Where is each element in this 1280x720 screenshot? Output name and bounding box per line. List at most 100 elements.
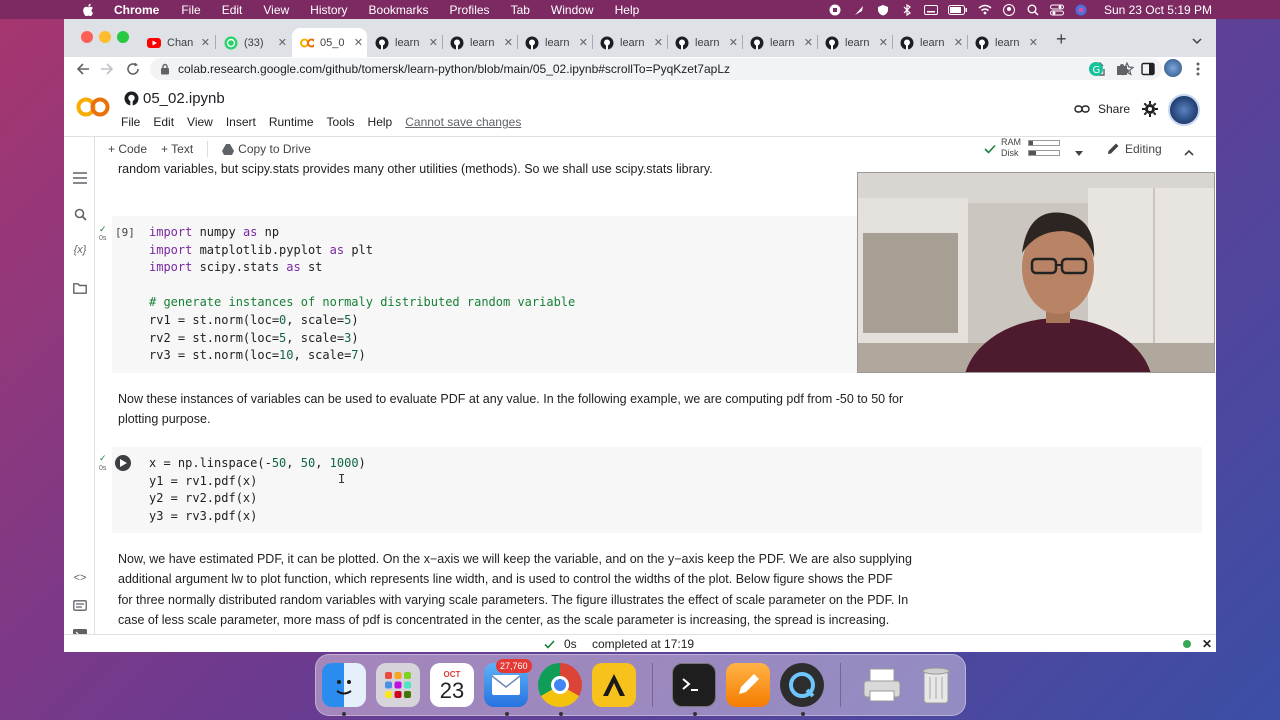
tab-close-icon[interactable]: ✕ (354, 36, 363, 49)
acrobat-icon[interactable] (592, 663, 636, 707)
search-icon[interactable] (72, 207, 88, 221)
resources-indicator[interactable]: RAM Disk (984, 137, 1084, 159)
tab-whatsapp[interactable]: (33) ✕ (216, 28, 291, 57)
tab-close-icon[interactable]: ✕ (1029, 36, 1038, 49)
tab-github-7[interactable]: learn ✕ (817, 28, 892, 57)
omnibox[interactable]: colab.research.google.com/github/tomersk… (150, 58, 1162, 80)
code-block-linspace[interactable]: x = np.linspace(-50, 50, 1000) y1 = rv1.… (149, 455, 366, 525)
tab-github-2[interactable]: learn ✕ (442, 28, 517, 57)
text-cell-pdf-line1[interactable]: Now these instances of variables can be … (118, 389, 903, 410)
tab-youtube[interactable]: Chan ✕ (139, 28, 214, 57)
user-icon[interactable] (1002, 3, 1016, 16)
editing-mode-button[interactable]: Editing (1125, 142, 1162, 156)
menu-history[interactable]: History (310, 3, 347, 17)
menu-help[interactable]: Help (615, 3, 640, 17)
files-folder-icon[interactable] (72, 281, 88, 295)
tab-close-icon[interactable]: ✕ (729, 36, 738, 49)
tab-github-8[interactable]: learn ✕ (892, 28, 967, 57)
menu-edit[interactable]: Edit (222, 3, 243, 17)
run-cell-button[interactable] (115, 455, 131, 471)
nb-menu-tools[interactable]: Tools (327, 115, 355, 129)
text-cell-pdf-line2[interactable]: plotting purpose. (118, 409, 210, 430)
add-code-button[interactable]: + Code (108, 142, 147, 156)
tab-github-5[interactable]: learn ✕ (667, 28, 742, 57)
tab-search-chevron-icon[interactable] (1192, 33, 1202, 48)
tab-github-1[interactable]: learn ✕ (367, 28, 442, 57)
shield-icon[interactable] (876, 4, 890, 16)
text-cell-scipy[interactable]: random variables, but scipy.stats provid… (118, 161, 713, 180)
code-snippets-icon[interactable]: <> (72, 571, 88, 585)
text-cell-plot-line3[interactable]: for three normally distributed random va… (118, 590, 908, 611)
code-cell-linspace[interactable]: ✓ 0s x = np.linspace(-50, 50, 1000) y1 =… (99, 447, 1202, 533)
siri-icon[interactable] (1074, 4, 1088, 16)
menu-file[interactable]: File (181, 3, 200, 17)
url-text[interactable]: colab.research.google.com/github/tomersk… (178, 62, 730, 76)
tab-close-icon[interactable]: ✕ (654, 36, 663, 49)
back-arrow-icon[interactable] (76, 62, 90, 79)
search-icon[interactable] (1026, 4, 1040, 16)
command-palette-icon[interactable] (72, 598, 88, 612)
menu-tab[interactable]: Tab (511, 3, 530, 17)
cannot-save-warning[interactable]: Cannot save changes (405, 115, 521, 129)
tab-github-3[interactable]: learn ✕ (517, 28, 592, 57)
grammarly-icon[interactable]: G (1089, 62, 1103, 79)
tab-colab-active[interactable]: 05_0 ✕ (292, 28, 367, 57)
tab-close-icon[interactable]: ✕ (879, 36, 888, 49)
tab-close-icon[interactable]: ✕ (504, 36, 513, 49)
finder-icon[interactable] (322, 663, 366, 707)
nb-menu-edit[interactable]: Edit (153, 115, 174, 129)
code-block-imports[interactable]: import numpy as np import matplotlib.pyp… (149, 224, 575, 365)
control-center-icon[interactable] (1049, 4, 1064, 16)
colab-logo-icon[interactable] (76, 95, 110, 119)
forward-arrow-icon[interactable] (100, 62, 114, 79)
nb-menu-insert[interactable]: Insert (226, 115, 256, 129)
tab-github-4[interactable]: learn ✕ (592, 28, 667, 57)
share-button[interactable]: Share (1074, 102, 1130, 116)
copy-to-drive-button[interactable]: Copy to Drive (238, 142, 311, 156)
add-text-button[interactable]: + Text (161, 142, 193, 156)
record-icon[interactable] (828, 4, 842, 16)
minimize-window-button[interactable] (99, 31, 111, 43)
variables-icon[interactable]: {x} (72, 243, 88, 257)
resources-chevron-icon[interactable] (1075, 145, 1083, 159)
reload-icon[interactable] (126, 62, 140, 79)
menu-view[interactable]: View (263, 3, 289, 17)
terminal-app-icon[interactable] (672, 663, 716, 707)
calendar-icon[interactable]: OCT 23 (430, 663, 474, 707)
menu-profiles[interactable]: Profiles (450, 3, 490, 17)
tab-close-icon[interactable]: ✕ (954, 36, 963, 49)
lock-icon[interactable] (160, 63, 170, 75)
trash-icon[interactable] (914, 663, 958, 707)
printer-icon[interactable] (860, 663, 904, 707)
text-cell-plot-line1[interactable]: Now, we have estimated PDF, it can be pl… (118, 549, 912, 570)
tab-github-6[interactable]: learn ✕ (742, 28, 817, 57)
tab-close-icon[interactable]: ✕ (579, 36, 588, 49)
tab-close-icon[interactable]: ✕ (429, 36, 438, 49)
tab-close-icon[interactable]: ✕ (804, 36, 813, 49)
chrome-icon[interactable] (538, 663, 582, 707)
text-cell-plot-line4[interactable]: case of less scale parameter, more mass … (118, 610, 889, 631)
profile-avatar[interactable] (1164, 59, 1182, 77)
wifi-icon[interactable] (978, 4, 992, 16)
pages-pencil-icon[interactable] (726, 663, 770, 707)
text-cell-plot-line2[interactable]: additional argument lw to plot function,… (118, 569, 893, 590)
bluetooth-off-icon[interactable] (900, 3, 914, 16)
table-of-contents-icon[interactable] (72, 171, 88, 185)
menu-bookmarks[interactable]: Bookmarks (369, 3, 429, 17)
apple-icon[interactable] (80, 3, 96, 17)
account-avatar[interactable] (1168, 94, 1200, 126)
maximize-window-button[interactable] (117, 31, 129, 43)
notebook-title[interactable]: 05_02.ipynb (143, 90, 225, 107)
nb-menu-view[interactable]: View (187, 115, 213, 129)
nb-menu-help[interactable]: Help (368, 115, 393, 129)
nb-menu-runtime[interactable]: Runtime (269, 115, 314, 129)
chrome-menu-icon[interactable] (1196, 62, 1200, 79)
quicktime-icon[interactable] (780, 663, 824, 707)
launchpad-icon[interactable] (376, 663, 420, 707)
settings-gear-icon[interactable] (1142, 101, 1158, 120)
nb-menu-file[interactable]: File (121, 115, 140, 129)
keyboard-icon[interactable] (923, 4, 938, 16)
menu-app-name[interactable]: Chrome (114, 3, 159, 17)
new-tab-button[interactable]: + (1056, 30, 1067, 48)
extensions-puzzle-icon[interactable] (1115, 62, 1129, 79)
